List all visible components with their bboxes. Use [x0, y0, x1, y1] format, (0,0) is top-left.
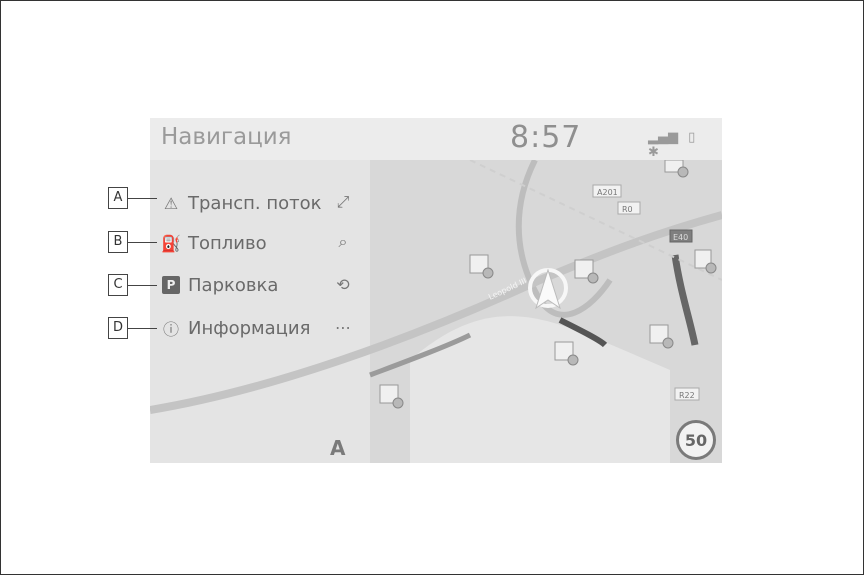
signal-icon: ▂▄▆	[648, 130, 678, 145]
road-label-e40: E40	[673, 233, 688, 242]
parking-icon: P	[162, 276, 180, 294]
menu-item-label: Парковка	[188, 274, 279, 296]
road-label-r22: R22	[679, 391, 695, 400]
speed-limit-sign: 50	[676, 420, 716, 460]
info-icon: ⓘ	[162, 320, 179, 339]
more-icon[interactable]: ⋯	[332, 316, 354, 338]
callout-d: D	[108, 317, 128, 339]
search-icon[interactable]: ⌕	[332, 231, 354, 253]
menu-item-label: Трансп. поток	[188, 192, 322, 214]
callout-b: B	[108, 231, 128, 253]
lane-indicator: A	[330, 436, 346, 460]
fullscreen-icon[interactable]: ⤢	[332, 191, 354, 213]
status-icons: ▂▄▆ ▯ ✱	[648, 130, 722, 160]
menu-item-parking[interactable]: P Парковка	[162, 270, 278, 300]
screen-title: Навигация	[161, 124, 292, 150]
bluetooth-icon: ✱	[648, 145, 659, 160]
callout-c: C	[108, 274, 128, 296]
battery-icon: ▯	[688, 130, 696, 145]
road-sign-r0: R0	[617, 201, 641, 215]
navigation-screen: Навигация 8:57 ▂▄▆ ▯ ✱ A201 R0 E40 R22 L…	[150, 118, 722, 463]
road-sign-r22: R22	[674, 387, 700, 401]
north-up-rotate-icon[interactable]: ⟲	[332, 273, 354, 295]
status-bar: Навигация 8:57 ▂▄▆ ▯ ✱	[150, 118, 722, 160]
traffic-warning-icon: ⚠	[163, 193, 179, 213]
road-sign-e40: E40	[669, 229, 693, 243]
callout-line	[127, 242, 157, 243]
menu-item-traffic[interactable]: ⚠ Трансп. поток	[162, 188, 322, 218]
menu-item-label: Информация	[188, 317, 311, 339]
road-sign-a201: A201	[592, 184, 622, 198]
callout-line	[127, 285, 157, 286]
menu-item-fuel[interactable]: ⛽ Топливо	[161, 228, 267, 258]
callout-line	[127, 328, 157, 329]
road-label-a201: A201	[597, 188, 618, 197]
road-label-r0: R0	[622, 205, 633, 214]
menu-item-label: Топливо	[188, 232, 267, 254]
callout-a: A	[108, 187, 128, 209]
fuel-pump-icon: ⛽	[161, 233, 181, 253]
clock: 8:57	[510, 120, 582, 155]
menu-item-info[interactable]: ⓘ Информация	[162, 313, 310, 343]
callout-line	[127, 198, 157, 199]
